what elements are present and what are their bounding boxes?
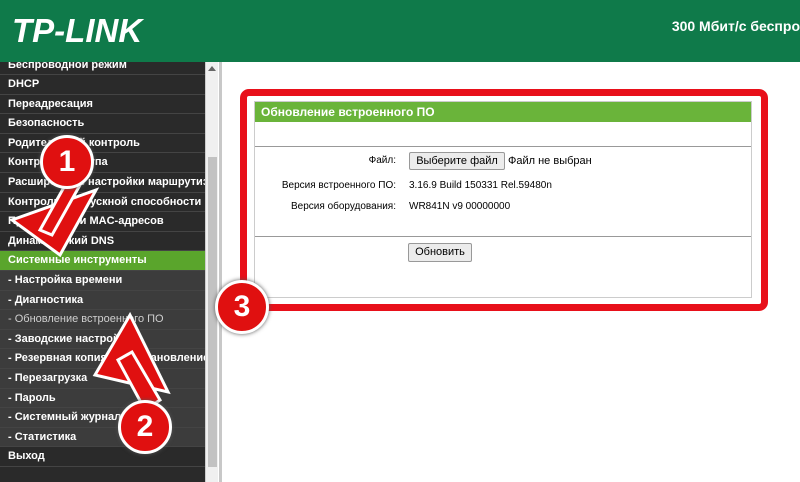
step-1-badge: 1 [40, 135, 94, 189]
step-3-badge: 3 [215, 280, 269, 334]
annotation-arrows [8, 178, 171, 413]
step-2-badge: 2 [118, 400, 172, 454]
